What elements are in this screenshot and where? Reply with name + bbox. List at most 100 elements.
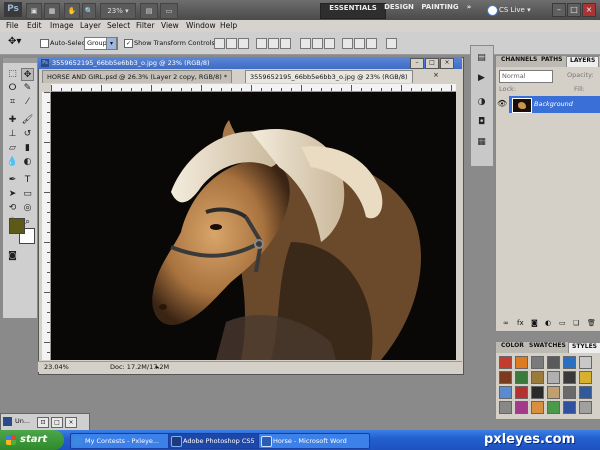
align-bottom-icon[interactable] [238, 38, 249, 49]
lasso-tool-icon[interactable]: ⵔ [6, 82, 19, 95]
menu-filter[interactable]: Filter [136, 20, 155, 32]
align-right-icon[interactable] [280, 38, 291, 49]
style-swatch[interactable] [499, 401, 512, 414]
distribute-left-icon[interactable] [342, 38, 353, 49]
style-swatch[interactable] [563, 356, 576, 369]
image-canvas[interactable] [51, 92, 456, 360]
doc-tab-active[interactable]: 3559652195_66bb5e6bb3_o.jpg @ 23% (RGB/8… [245, 70, 413, 83]
link-layers-icon[interactable]: ∞ [503, 319, 509, 327]
move-tool-icon[interactable]: ✥ [21, 68, 34, 81]
tab-paths[interactable]: PATHS [538, 56, 565, 66]
layer-visibility-eye-icon[interactable]: 👁 [497, 99, 507, 108]
task-my-contests[interactable]: My Contests - Pxleye... [70, 433, 180, 449]
style-swatch[interactable] [579, 371, 592, 384]
style-swatch[interactable] [499, 356, 512, 369]
chevron-down-icon[interactable]: ▾ [106, 37, 117, 50]
tab-layers[interactable]: LAYERS [566, 56, 600, 67]
eraser-tool-icon[interactable]: ▱ [6, 142, 19, 155]
history-brush-tool-icon[interactable]: ↺ [21, 128, 34, 141]
crop-tool-icon[interactable]: ⌗ [6, 96, 19, 109]
type-tool-icon[interactable]: T [21, 174, 34, 187]
menu-layer[interactable]: Layer [80, 20, 101, 32]
adjustment-layer-icon[interactable]: ◐ [545, 319, 551, 327]
tab-channels[interactable]: CHANNELS [498, 56, 540, 66]
vertical-ruler[interactable] [42, 92, 51, 360]
style-swatch[interactable] [531, 356, 544, 369]
adjustments-panel-icon[interactable]: ◑ [475, 96, 488, 109]
restore-icon[interactable]: ⊡ [37, 417, 49, 428]
eyedropper-tool-icon[interactable]: ⁄ [21, 96, 34, 109]
distribute-top-icon[interactable] [300, 38, 311, 49]
style-swatch[interactable] [579, 386, 592, 399]
minimized-panel[interactable]: Un... ⊡ □ × [0, 413, 90, 431]
close-button[interactable]: × [582, 3, 596, 17]
workspace-painting[interactable]: PAINTING [414, 3, 466, 17]
style-swatch[interactable] [531, 371, 544, 384]
show-transform-checkbox[interactable]: ✓ [124, 39, 133, 48]
style-swatch[interactable] [531, 386, 544, 399]
launch-bridge-button[interactable]: ▣ [26, 3, 42, 19]
style-swatch[interactable] [563, 386, 576, 399]
more-workspaces-button[interactable]: » [460, 3, 478, 17]
doc-maximize-button[interactable]: □ [425, 58, 439, 69]
status-arrow-icon[interactable]: ▸ [156, 362, 159, 372]
distribute-bottom-icon[interactable] [324, 38, 335, 49]
tools-panel-grip[interactable] [3, 58, 37, 63]
menu-image[interactable]: Image [50, 20, 74, 32]
arrange-documents-button[interactable]: ▤ [140, 3, 158, 19]
doc-minimize-button[interactable]: – [410, 58, 424, 69]
clone-stamp-tool-icon[interactable]: ⊥ [6, 128, 19, 141]
align-vcenter-icon[interactable] [226, 38, 237, 49]
minimize-button[interactable]: – [552, 3, 566, 17]
task-photoshop[interactable]: Adobe Photoshop CS5 [168, 433, 270, 449]
layer-style-icon[interactable]: fx [517, 319, 524, 327]
foreground-color-swatch[interactable] [9, 218, 25, 234]
zoom-level-select[interactable]: 23% ▾ [100, 3, 136, 19]
quick-selection-tool-icon[interactable]: ✎ [21, 82, 34, 95]
cs-live-button[interactable]: CS Live ▾ [499, 4, 531, 16]
blend-mode-select[interactable]: Normal [499, 70, 553, 83]
style-swatch[interactable] [499, 371, 512, 384]
gradient-tool-icon[interactable]: ▮ [21, 142, 34, 155]
align-left-icon[interactable] [256, 38, 267, 49]
menu-edit[interactable]: Edit [27, 20, 42, 32]
style-swatch[interactable] [563, 401, 576, 414]
tab-swatches[interactable]: SWATCHES [526, 342, 569, 352]
style-swatch[interactable] [547, 356, 560, 369]
horizontal-ruler[interactable] [51, 84, 456, 92]
auto-select-checkbox[interactable] [40, 39, 49, 48]
distribute-vcenter-icon[interactable] [312, 38, 323, 49]
3d-rotate-tool-icon[interactable]: ⟲ [6, 202, 19, 215]
marquee-tool-icon[interactable]: ⬚ [6, 68, 19, 81]
document-title-bar[interactable]: Ps 3559652195_66bb5e6bb3_o.jpg @ 23% (RG… [38, 57, 462, 69]
style-swatch[interactable] [579, 401, 592, 414]
close-tab-icon[interactable]: × [433, 71, 439, 79]
maximize-icon[interactable]: □ [51, 417, 63, 428]
distribute-hcenter-icon[interactable] [354, 38, 365, 49]
brushes-panel-icon[interactable]: ▦ [475, 136, 488, 149]
doc-tab-horse-and-girl[interactable]: HORSE AND GIRL.psd @ 26.3% (Layer 2 copy… [42, 70, 233, 83]
style-swatch[interactable] [547, 371, 560, 384]
dodge-tool-icon[interactable]: ◐ [21, 156, 34, 169]
menu-window[interactable]: Window [186, 20, 216, 32]
tab-color[interactable]: COLOR [498, 342, 527, 352]
history-panel-icon[interactable]: ▤ [475, 52, 488, 65]
hand-tool-button[interactable]: ✋ [64, 3, 80, 19]
layer-mask-icon[interactable]: ◙ [531, 319, 538, 327]
workspace-essentials[interactable]: ESSENTIALS [320, 3, 386, 19]
style-swatch[interactable] [579, 356, 592, 369]
style-swatch[interactable] [515, 401, 528, 414]
auto-align-icon[interactable] [386, 38, 397, 49]
move-tool-preset-icon[interactable]: ✥▾ [8, 36, 21, 48]
new-layer-icon[interactable]: ❏ [573, 319, 579, 327]
quick-mask-icon[interactable]: ◙ [6, 250, 19, 263]
3d-orbit-tool-icon[interactable]: ◎ [21, 202, 34, 215]
screen-mode-button[interactable]: ▭ [160, 3, 178, 19]
tab-styles[interactable]: STYLES [568, 342, 600, 353]
menu-select[interactable]: Select [107, 20, 130, 32]
task-word[interactable]: Horse - Microsoft Word [258, 433, 370, 449]
style-swatch[interactable] [547, 401, 560, 414]
status-zoom[interactable]: 23.04% [44, 362, 69, 372]
style-swatch[interactable] [515, 356, 528, 369]
delete-layer-icon[interactable]: 🗑 [587, 319, 596, 327]
